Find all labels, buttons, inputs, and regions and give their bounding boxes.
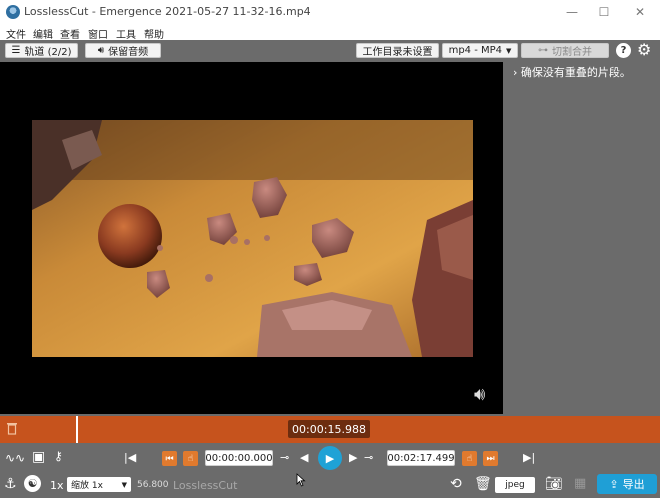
trash-icon[interactable] bbox=[6, 421, 18, 435]
export-label: 导出 bbox=[622, 478, 645, 491]
play-button[interactable]: ▶ bbox=[318, 446, 342, 470]
jump-cut-end-button[interactable]: ⏭ bbox=[483, 451, 498, 466]
list-icon: ☰ bbox=[11, 45, 21, 56]
video-frame bbox=[32, 120, 473, 357]
window-title: LosslessCut - Emergence 2021-05-27 11-32… bbox=[24, 5, 311, 18]
playhead[interactable] bbox=[76, 416, 78, 443]
export-icon: ⇪ bbox=[609, 477, 619, 491]
merge-cuts-button[interactable]: ⊶ 切割合并 bbox=[521, 43, 609, 58]
key-icon[interactable]: ⚷ bbox=[54, 449, 63, 463]
segments-panel bbox=[503, 62, 660, 414]
format-label: mp4 - MP4 bbox=[448, 45, 503, 56]
hint-text: 确保没有重叠的片段。 bbox=[520, 66, 631, 79]
menu-help[interactable]: 帮助 bbox=[144, 26, 164, 41]
waveform-icon[interactable]: ∿∿ bbox=[5, 451, 25, 465]
keyframe-forward-icon[interactable]: ⊸ bbox=[364, 451, 373, 464]
app-name-label: LosslessCut bbox=[173, 479, 238, 492]
app-logo-icon bbox=[6, 5, 20, 19]
menu-view[interactable]: 查看 bbox=[60, 26, 80, 41]
speaker-icon: 🔊︎ bbox=[97, 45, 105, 56]
minimize-button[interactable]: — bbox=[556, 0, 588, 24]
export-button[interactable]: ⇪ 导出 bbox=[597, 474, 657, 494]
calendar-icon[interactable]: ▦ bbox=[574, 476, 586, 491]
jump-to-start-icon[interactable]: |◀ bbox=[124, 451, 136, 464]
capture-format-select[interactable]: jpeg bbox=[495, 477, 535, 493]
zoom-select[interactable]: 缩放 1x ▼ bbox=[67, 477, 131, 492]
working-dir-button[interactable]: 工作目录未设置 bbox=[356, 43, 439, 58]
help-icon[interactable]: ? bbox=[616, 43, 631, 58]
step-forward-icon[interactable]: ▶ bbox=[349, 451, 357, 464]
chevron-down-icon: ▼ bbox=[506, 46, 512, 55]
merge-icon: ⊶ bbox=[538, 45, 548, 56]
keyframe-back-icon[interactable]: ⊸ bbox=[280, 451, 289, 464]
menu-edit[interactable]: 编辑 bbox=[33, 26, 53, 41]
camera-icon[interactable]: 📷︎ bbox=[545, 476, 563, 492]
set-cut-end-button[interactable]: ☝ bbox=[462, 451, 477, 466]
step-back-icon[interactable]: ◀ bbox=[300, 451, 308, 464]
thumbnails-icon[interactable]: ▣ bbox=[32, 449, 45, 465]
chevron-down-icon: ▼ bbox=[121, 480, 127, 489]
volume-icon[interactable]: 🔊︎ bbox=[474, 384, 485, 405]
maximize-button[interactable]: ☐ bbox=[588, 0, 620, 24]
cut-end-time-input[interactable]: 00:02:17.499 bbox=[387, 450, 455, 466]
settings-gear-icon[interactable]: ⚙ bbox=[637, 40, 651, 59]
keep-audio-label: 保留音频 bbox=[108, 47, 149, 58]
segments-hint: › 确保没有重叠的片段。 bbox=[513, 64, 631, 80]
current-time-display: 00:00:15.988 bbox=[288, 420, 370, 438]
ffmpeg-icon[interactable]: ⚓ bbox=[4, 476, 17, 492]
rotate-icon[interactable]: ⟲ bbox=[450, 476, 462, 492]
format-select[interactable]: mp4 - MP4 ▼ bbox=[442, 43, 518, 58]
jump-cut-start-button[interactable]: ⏮ bbox=[162, 451, 177, 466]
cut-start-time-input[interactable]: 00:00:00.000 bbox=[205, 450, 273, 466]
keep-audio-button[interactable]: 🔊︎ 保留音频 bbox=[85, 43, 161, 58]
close-button[interactable]: ✕ bbox=[624, 0, 656, 24]
chevron-right-icon[interactable]: › bbox=[513, 66, 517, 79]
delete-source-icon[interactable]: 🗑︎ bbox=[474, 476, 492, 492]
playback-rate[interactable]: 1x bbox=[50, 479, 64, 492]
tracks-label: 轨道 (2/2) bbox=[24, 47, 72, 58]
video-still-image bbox=[32, 120, 473, 357]
menu-tools[interactable]: 工具 bbox=[116, 26, 136, 41]
menu-window[interactable]: 窗口 bbox=[88, 26, 108, 41]
zoom-value: 56.800 bbox=[137, 480, 169, 490]
yin-yang-icon[interactable]: ☯ bbox=[24, 475, 41, 492]
zoom-label: 缩放 1x bbox=[71, 481, 103, 491]
menu-file[interactable]: 文件 bbox=[6, 26, 26, 41]
merge-label: 切割合并 bbox=[552, 47, 592, 58]
jump-to-end-icon[interactable]: ▶| bbox=[523, 451, 535, 464]
tracks-button[interactable]: ☰ 轨道 (2/2) bbox=[5, 43, 78, 58]
set-cut-start-button[interactable]: ☝ bbox=[183, 451, 198, 466]
